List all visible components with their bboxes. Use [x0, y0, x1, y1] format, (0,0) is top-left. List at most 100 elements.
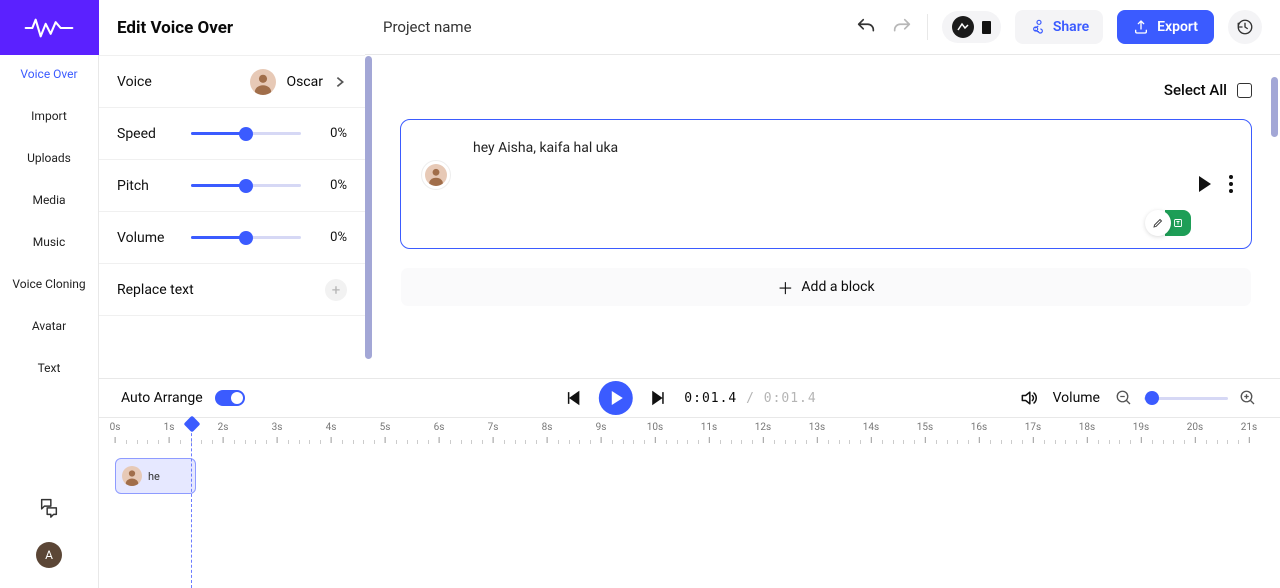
- tick: 13s: [809, 422, 825, 433]
- top-header: Project name Share Export: [365, 0, 1280, 55]
- zoom-in-button[interactable]: [1238, 388, 1258, 408]
- main-scrollbar[interactable]: [1271, 77, 1278, 137]
- volume-label: Volume: [117, 230, 177, 246]
- tick: 2s: [218, 422, 229, 433]
- add-block-button[interactable]: ＋ Add a block: [400, 267, 1252, 307]
- clip-avatar: [122, 466, 142, 486]
- left-rail: Voice Over Import Uploads Media Music Voice C…: [0, 0, 99, 588]
- tick: 7s: [488, 422, 499, 433]
- skip-back-icon[interactable]: [562, 388, 582, 408]
- volume-slider[interactable]: [191, 236, 301, 239]
- auto-arrange-label: Auto Arrange: [121, 390, 203, 406]
- panel-title: Edit Voice Over: [99, 0, 365, 55]
- project-name[interactable]: Project name: [383, 18, 472, 36]
- rail-item-import[interactable]: Import: [31, 109, 67, 123]
- rail-item-uploads[interactable]: Uploads: [27, 151, 71, 165]
- block-avatar: [421, 160, 451, 190]
- voice-name: Oscar: [286, 74, 323, 90]
- skip-forward-icon[interactable]: [648, 388, 668, 408]
- tick: 5s: [380, 422, 391, 433]
- play-button[interactable]: [598, 381, 632, 415]
- user-avatar[interactable]: A: [36, 542, 62, 568]
- volume-row: Volume 0%: [99, 212, 365, 264]
- timeline[interactable]: 0s 1s 2s 3s 4s 5s 6s 7s 8s 9s 10s 11s 12s 13s 14s 15s 16…: [99, 418, 1280, 588]
- rail-items: Voice Over Import Uploads Media Music Voice C…: [0, 55, 98, 496]
- volume-label: Volume: [1053, 390, 1100, 406]
- zoom-slider[interactable]: [1144, 397, 1228, 400]
- block-badges: [1145, 210, 1191, 236]
- tick: 11s: [701, 422, 717, 433]
- edit-badge[interactable]: [1145, 210, 1171, 236]
- speed-label: Speed: [117, 126, 177, 142]
- tick: 4s: [326, 422, 337, 433]
- select-all-checkbox[interactable]: [1237, 83, 1252, 98]
- history-icon: [1236, 18, 1254, 36]
- tick: 16s: [971, 422, 987, 433]
- tick: 19s: [1133, 422, 1149, 433]
- credits-pill[interactable]: [942, 11, 1001, 43]
- tick: 0s: [110, 422, 121, 433]
- tick: 14s: [863, 422, 879, 433]
- undo-icon[interactable]: [855, 16, 877, 38]
- volume-icon[interactable]: [1019, 388, 1039, 408]
- waveform-icon: [24, 15, 74, 41]
- main-canvas: Select All hey Aisha, kaifa hal uka ＋ Ad…: [372, 55, 1280, 378]
- auto-arrange-toggle[interactable]: [215, 390, 245, 406]
- speed-value: 0%: [315, 126, 347, 141]
- app-logo[interactable]: [0, 0, 99, 55]
- rail-item-voice-cloning[interactable]: Voice Cloning: [12, 277, 85, 291]
- panel-scrollbar[interactable]: [365, 56, 372, 359]
- timeline-track[interactable]: he: [115, 458, 1280, 494]
- tick: 3s: [272, 422, 283, 433]
- tick: 8s: [542, 422, 553, 433]
- export-icon: [1133, 19, 1149, 35]
- tick: 1s: [164, 422, 175, 433]
- tick: 9s: [596, 422, 607, 433]
- redo-icon[interactable]: [891, 16, 913, 38]
- tick: 10s: [647, 422, 663, 433]
- voice-block[interactable]: hey Aisha, kaifa hal uka: [400, 119, 1252, 249]
- rail-item-media[interactable]: Media: [32, 193, 65, 207]
- tick: 21s: [1241, 422, 1257, 433]
- voice-selector[interactable]: Voice Oscar: [99, 56, 365, 108]
- playhead[interactable]: [191, 418, 192, 588]
- tick: 6s: [434, 422, 445, 433]
- tick: 17s: [1025, 422, 1041, 433]
- credits-icon: [952, 16, 974, 38]
- rail-item-avatar[interactable]: Avatar: [32, 319, 66, 333]
- voice-label: Voice: [117, 74, 177, 90]
- pitch-row: Pitch 0%: [99, 160, 365, 212]
- history-button[interactable]: [1228, 10, 1262, 44]
- pitch-slider[interactable]: [191, 184, 301, 187]
- share-icon: [1029, 19, 1045, 35]
- plus-icon: ＋: [777, 275, 793, 299]
- tick: 20s: [1187, 422, 1203, 433]
- export-button[interactable]: Export: [1117, 10, 1214, 44]
- time-display: 0:01.4 / 0:01.4: [684, 391, 816, 406]
- replace-text-row[interactable]: Replace text +: [99, 264, 365, 316]
- tick: 18s: [1079, 422, 1095, 433]
- speed-slider[interactable]: [191, 132, 301, 135]
- timeline-ruler[interactable]: 0s1s2s3s4s5s6s7s8s9s10s11s12s13s14s15s16…: [115, 422, 1280, 448]
- speed-row: Speed 0%: [99, 108, 365, 160]
- timeline-clip[interactable]: he: [115, 458, 196, 494]
- block-menu-icon[interactable]: [1229, 175, 1233, 193]
- voice-avatar: [250, 69, 276, 95]
- rail-item-music[interactable]: Music: [33, 235, 65, 249]
- rail-item-voice-over[interactable]: Voice Over: [20, 67, 77, 81]
- rail-item-text[interactable]: Text: [38, 361, 61, 375]
- tick: 15s: [917, 422, 933, 433]
- tick: 12s: [755, 422, 771, 433]
- chat-icon[interactable]: [38, 496, 60, 518]
- select-all[interactable]: Select All: [400, 81, 1252, 99]
- pitch-value: 0%: [315, 178, 347, 193]
- volume-value: 0%: [315, 230, 347, 245]
- replace-text-label: Replace text: [117, 282, 194, 298]
- zoom-out-button[interactable]: [1114, 388, 1134, 408]
- pitch-label: Pitch: [117, 178, 177, 194]
- share-button[interactable]: Share: [1015, 10, 1103, 44]
- credits-bar-icon: [982, 21, 991, 34]
- block-text[interactable]: hey Aisha, kaifa hal uka: [463, 136, 1231, 156]
- add-replace-button[interactable]: +: [325, 279, 347, 301]
- block-play-button[interactable]: [1199, 176, 1211, 192]
